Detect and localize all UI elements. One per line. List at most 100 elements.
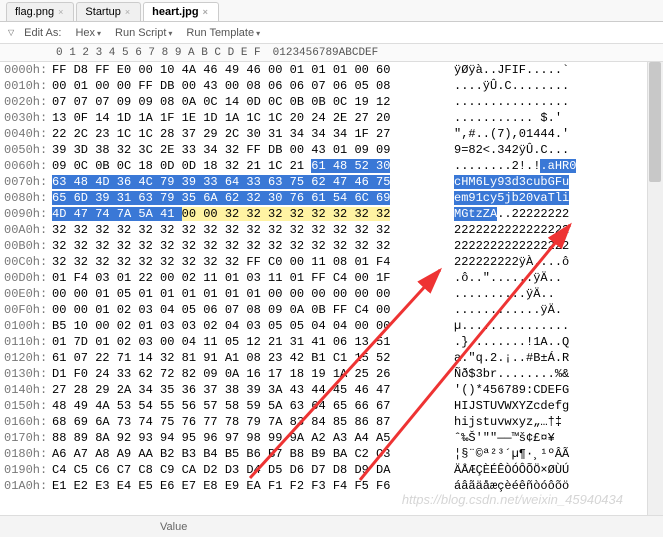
hex-bytes[interactable]: 68 69 6A 73 74 75 76 77 78 79 7A 83 84 8… [52,414,442,430]
ascii-bytes[interactable]: '()*456789:CDEFG [454,382,644,398]
ascii-bytes[interactable]: ÄÅÆÇÈÉÊÒÓÔÕÖ×ØÙÚ [454,462,644,478]
hex-bytes[interactable]: 4D 47 74 7A 5A 41 00 00 32 32 32 32 32 3… [52,206,442,222]
scroll-thumb[interactable] [649,62,661,182]
ascii-bytes[interactable]: ....ÿÛ.C........ [454,78,644,94]
offset: 0180h: [0,446,52,462]
ascii-bytes[interactable]: .ô.."......ÿÄ.. [454,270,644,286]
ascii-bytes[interactable]: 222222222ÿÀ....ô [454,254,644,270]
hex-row[interactable]: 0040h:22 2C 23 1C 1C 28 37 29 2C 30 31 3… [0,126,663,142]
hex-row[interactable]: 0120h:61 07 22 71 14 32 81 91 A1 08 23 4… [0,350,663,366]
hex-bytes[interactable]: 01 7D 01 02 03 00 04 11 05 12 21 31 41 0… [52,334,442,350]
hex-row[interactable]: 0060h:09 0C 0B 0C 18 0D 0D 18 32 21 1C 2… [0,158,663,174]
hex-row[interactable]: 0010h:00 01 00 00 FF DB 00 43 00 08 06 0… [0,78,663,94]
hex-bytes[interactable]: C4 C5 C6 C7 C8 C9 CA D2 D3 D4 D5 D6 D7 D… [52,462,442,478]
hex-row[interactable]: 0150h:48 49 4A 53 54 55 56 57 58 59 5A 6… [0,398,663,414]
close-icon[interactable]: × [58,7,63,17]
runtemplate-menu[interactable]: Run Template▾ [182,25,264,41]
hex-row[interactable]: 0030h:13 0F 14 1D 1A 1F 1E 1D 1A 1C 1C 2… [0,110,663,126]
hex-bytes[interactable]: 61 07 22 71 14 32 81 91 A1 08 23 42 B1 C… [52,350,442,366]
hex-bytes[interactable]: D1 F0 24 33 62 72 82 09 0A 16 17 18 19 1… [52,366,442,382]
hex-row[interactable]: 0080h:65 6D 39 31 63 79 35 6A 62 32 30 7… [0,190,663,206]
hex-bytes[interactable]: A6 A7 A8 A9 AA B2 B3 B4 B5 B6 B7 B8 B9 B… [52,446,442,462]
hex-row[interactable]: 00C0h:32 32 32 32 32 32 32 32 32 FF C0 0… [0,254,663,270]
hex-row[interactable]: 0130h:D1 F0 24 33 62 72 82 09 0A 16 17 1… [0,366,663,382]
hex-row[interactable]: 0190h:C4 C5 C6 C7 C8 C9 CA D2 D3 D4 D5 D… [0,462,663,478]
hex-bytes[interactable]: 39 3D 38 32 3C 2E 33 34 32 FF DB 00 43 0… [52,142,442,158]
hex-bytes[interactable]: 22 2C 23 1C 1C 28 37 29 2C 30 31 34 34 3… [52,126,442,142]
hex-bytes[interactable]: FF D8 FF E0 00 10 4A 46 49 46 00 01 01 0… [52,62,442,78]
offset: 0020h: [0,94,52,110]
hex-bytes[interactable]: 48 49 4A 53 54 55 56 57 58 59 5A 63 64 6… [52,398,442,414]
ascii-bytes[interactable]: .}........!1A..Q [454,334,644,350]
tri-icon[interactable]: ▽ [8,28,14,37]
ascii-bytes[interactable]: ............ÿÄ. [454,302,644,318]
ascii-bytes[interactable]: ˆ‰Š'""——™š¢£¤¥ [454,430,644,446]
hex-row[interactable]: 0070h:63 48 4D 36 4C 79 39 33 64 33 63 7… [0,174,663,190]
ascii-bytes[interactable]: Ñð$3br........%& [454,366,644,382]
ascii-bytes[interactable]: ÿØÿà..JFIF.....` [454,62,644,78]
hex-menu[interactable]: Hex▾ [71,25,105,41]
hex-row[interactable]: 00A0h:32 32 32 32 32 32 32 32 32 32 32 3… [0,222,663,238]
hex-row[interactable]: 00E0h:00 00 01 05 01 01 01 01 01 01 00 0… [0,286,663,302]
ascii-bytes[interactable]: ................ [454,94,644,110]
hex-bytes[interactable]: E1 E2 E3 E4 E5 E6 E7 E8 E9 EA F1 F2 F3 F… [52,478,442,494]
hex-row[interactable]: 01A0h:E1 E2 E3 E4 E5 E6 E7 E8 E9 EA F1 F… [0,478,663,494]
hex-row[interactable]: 0180h:A6 A7 A8 A9 AA B2 B3 B4 B5 B6 B7 B… [0,446,663,462]
hex-bytes[interactable]: 65 6D 39 31 63 79 35 6A 62 32 30 76 61 5… [52,190,442,206]
ascii-bytes[interactable]: µ............... [454,318,644,334]
hex-bytes[interactable]: B5 10 00 02 01 03 03 02 04 03 05 05 04 0… [52,318,442,334]
ascii-bytes[interactable]: ..........ÿÄ.. [454,286,644,302]
ascii-bytes[interactable]: ........... $.' [454,110,644,126]
ascii-bytes[interactable]: em91cy5jb20vaTli [454,190,644,206]
offset: 0080h: [0,190,52,206]
ascii-bytes[interactable]: a."q.2.¡..#B±Á.R [454,350,644,366]
offset: 0190h: [0,462,52,478]
offset: 00A0h: [0,222,52,238]
hex-row[interactable]: 00B0h:32 32 32 32 32 32 32 32 32 32 32 3… [0,238,663,254]
ascii-bytes[interactable]: cHM6Ly93d3cubGFu [454,174,644,190]
ascii-bytes[interactable]: áâãäåæçèéêñòóôõö [454,478,644,494]
hex-row[interactable]: 0000h:FF D8 FF E0 00 10 4A 46 49 46 00 0… [0,62,663,78]
hex-bytes[interactable]: 32 32 32 32 32 32 32 32 32 FF C0 00 11 0… [52,254,442,270]
hex-row[interactable]: 0160h:68 69 6A 73 74 75 76 77 78 79 7A 8… [0,414,663,430]
tab-flag[interactable]: flag.png× [6,2,74,21]
hex-view[interactable]: 0000h:FF D8 FF E0 00 10 4A 46 49 46 00 0… [0,62,663,494]
ascii-bytes[interactable]: hijstuvwxyz„…†‡ [454,414,644,430]
hex-bytes[interactable]: 07 07 07 09 09 08 0A 0C 14 0D 0C 0B 0B 0… [52,94,442,110]
hex-bytes[interactable]: 27 28 29 2A 34 35 36 37 38 39 3A 43 44 4… [52,382,442,398]
hex-bytes[interactable]: 63 48 4D 36 4C 79 39 33 64 33 63 75 62 4… [52,174,442,190]
close-icon[interactable]: × [203,7,208,17]
hex-row[interactable]: 00D0h:01 F4 03 01 22 00 02 11 01 03 11 0… [0,270,663,286]
hex-row[interactable]: 0140h:27 28 29 2A 34 35 36 37 38 39 3A 4… [0,382,663,398]
ascii-bytes[interactable]: 2222222222222222 [454,238,644,254]
hex-bytes[interactable]: 88 89 8A 92 93 94 95 96 97 98 99 9A A2 A… [52,430,442,446]
hex-row[interactable]: 00F0h:00 00 01 02 03 04 05 06 07 08 09 0… [0,302,663,318]
tab-heart[interactable]: heart.jpg× [143,2,219,21]
tab-startup[interactable]: Startup× [76,2,141,21]
ascii-bytes[interactable]: HIJSTUVWXYZcdefg [454,398,644,414]
hex-row[interactable]: 0100h:B5 10 00 02 01 03 03 02 04 03 05 0… [0,318,663,334]
hex-bytes[interactable]: 00 01 00 00 FF DB 00 43 00 08 06 06 07 0… [52,78,442,94]
hex-bytes[interactable]: 09 0C 0B 0C 18 0D 0D 18 32 21 1C 21 61 4… [52,158,442,174]
ascii-bytes[interactable]: 2222222222222222 [454,222,644,238]
hex-row[interactable]: 0020h:07 07 07 09 09 08 0A 0C 14 0D 0C 0… [0,94,663,110]
editas-menu[interactable]: Edit As: [20,25,65,41]
hex-bytes[interactable]: 01 F4 03 01 22 00 02 11 01 03 11 01 FF C… [52,270,442,286]
runscript-menu[interactable]: Run Script▾ [111,25,176,41]
ascii-bytes[interactable]: ",#..(7),01444.' [454,126,644,142]
hex-bytes[interactable]: 00 00 01 02 03 04 05 06 07 08 09 0A 0B F… [52,302,442,318]
hex-row[interactable]: 0170h:88 89 8A 92 93 94 95 96 97 98 99 9… [0,430,663,446]
hex-row[interactable]: 0090h:4D 47 74 7A 5A 41 00 00 32 32 32 3… [0,206,663,222]
ascii-bytes[interactable]: 9=82<.342ÿÛ.C... [454,142,644,158]
scrollbar[interactable] [647,62,663,515]
hex-bytes[interactable]: 32 32 32 32 32 32 32 32 32 32 32 32 32 3… [52,222,442,238]
hex-bytes[interactable]: 32 32 32 32 32 32 32 32 32 32 32 32 32 3… [52,238,442,254]
hex-bytes[interactable]: 00 00 01 05 01 01 01 01 01 01 00 00 00 0… [52,286,442,302]
hex-bytes[interactable]: 13 0F 14 1D 1A 1F 1E 1D 1A 1C 1C 20 24 2… [52,110,442,126]
hex-row[interactable]: 0110h:01 7D 01 02 03 00 04 11 05 12 21 3… [0,334,663,350]
ascii-bytes[interactable]: ........2!.!.aHR0 [454,158,644,174]
close-icon[interactable]: × [125,7,130,17]
hex-row[interactable]: 0050h:39 3D 38 32 3C 2E 33 34 32 FF DB 0… [0,142,663,158]
ascii-bytes[interactable]: ¦§¨©ª²³´µ¶·¸¹ºÂÃ [454,446,644,462]
ascii-bytes[interactable]: MGtzZA..22222222 [454,206,644,222]
